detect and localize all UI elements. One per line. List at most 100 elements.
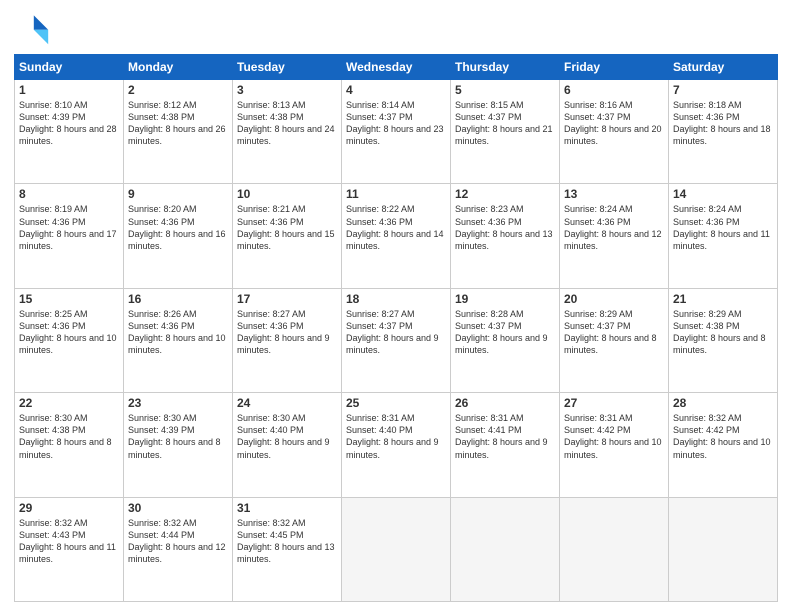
calendar-day-cell — [451, 497, 560, 601]
calendar-day-cell: 14 Sunrise: 8:24 AMSunset: 4:36 PMDaylig… — [669, 184, 778, 288]
cell-text: Sunrise: 8:21 AMSunset: 4:36 PMDaylight:… — [237, 203, 337, 252]
day-number: 23 — [128, 396, 228, 410]
day-number: 11 — [346, 187, 446, 201]
day-number: 14 — [673, 187, 773, 201]
day-number: 10 — [237, 187, 337, 201]
calendar-day-cell: 8 Sunrise: 8:19 AMSunset: 4:36 PMDayligh… — [15, 184, 124, 288]
calendar-day-cell: 17 Sunrise: 8:27 AMSunset: 4:36 PMDaylig… — [233, 288, 342, 392]
calendar-week-row: 15 Sunrise: 8:25 AMSunset: 4:36 PMDaylig… — [15, 288, 778, 392]
calendar-week-row: 29 Sunrise: 8:32 AMSunset: 4:43 PMDaylig… — [15, 497, 778, 601]
calendar-day-cell: 27 Sunrise: 8:31 AMSunset: 4:42 PMDaylig… — [560, 393, 669, 497]
calendar-day-cell: 18 Sunrise: 8:27 AMSunset: 4:37 PMDaylig… — [342, 288, 451, 392]
calendar-day-cell: 3 Sunrise: 8:13 AMSunset: 4:38 PMDayligh… — [233, 80, 342, 184]
cell-text: Sunrise: 8:27 AMSunset: 4:37 PMDaylight:… — [346, 308, 446, 357]
calendar-day-cell: 19 Sunrise: 8:28 AMSunset: 4:37 PMDaylig… — [451, 288, 560, 392]
calendar-header-cell: Tuesday — [233, 55, 342, 80]
cell-text: Sunrise: 8:19 AMSunset: 4:36 PMDaylight:… — [19, 203, 119, 252]
calendar-body: 1 Sunrise: 8:10 AMSunset: 4:39 PMDayligh… — [15, 80, 778, 602]
calendar-header-cell: Friday — [560, 55, 669, 80]
cell-text: Sunrise: 8:22 AMSunset: 4:36 PMDaylight:… — [346, 203, 446, 252]
calendar-week-row: 1 Sunrise: 8:10 AMSunset: 4:39 PMDayligh… — [15, 80, 778, 184]
calendar-day-cell — [342, 497, 451, 601]
cell-text: Sunrise: 8:24 AMSunset: 4:36 PMDaylight:… — [564, 203, 664, 252]
day-number: 30 — [128, 501, 228, 515]
calendar-day-cell — [669, 497, 778, 601]
day-number: 4 — [346, 83, 446, 97]
calendar-day-cell: 31 Sunrise: 8:32 AMSunset: 4:45 PMDaylig… — [233, 497, 342, 601]
calendar-day-cell: 16 Sunrise: 8:26 AMSunset: 4:36 PMDaylig… — [124, 288, 233, 392]
calendar-day-cell: 1 Sunrise: 8:10 AMSunset: 4:39 PMDayligh… — [15, 80, 124, 184]
cell-text: Sunrise: 8:16 AMSunset: 4:37 PMDaylight:… — [564, 99, 664, 148]
calendar-day-cell: 28 Sunrise: 8:32 AMSunset: 4:42 PMDaylig… — [669, 393, 778, 497]
calendar-week-row: 8 Sunrise: 8:19 AMSunset: 4:36 PMDayligh… — [15, 184, 778, 288]
day-number: 3 — [237, 83, 337, 97]
generalblue-logo-icon — [14, 10, 50, 46]
calendar-header-row: SundayMondayTuesdayWednesdayThursdayFrid… — [15, 55, 778, 80]
cell-text: Sunrise: 8:18 AMSunset: 4:36 PMDaylight:… — [673, 99, 773, 148]
calendar-header-cell: Wednesday — [342, 55, 451, 80]
calendar-header-cell: Sunday — [15, 55, 124, 80]
calendar-day-cell: 22 Sunrise: 8:30 AMSunset: 4:38 PMDaylig… — [15, 393, 124, 497]
calendar-header-cell: Monday — [124, 55, 233, 80]
calendar-day-cell: 21 Sunrise: 8:29 AMSunset: 4:38 PMDaylig… — [669, 288, 778, 392]
day-number: 27 — [564, 396, 664, 410]
calendar-day-cell: 15 Sunrise: 8:25 AMSunset: 4:36 PMDaylig… — [15, 288, 124, 392]
day-number: 2 — [128, 83, 228, 97]
cell-text: Sunrise: 8:28 AMSunset: 4:37 PMDaylight:… — [455, 308, 555, 357]
day-number: 29 — [19, 501, 119, 515]
cell-text: Sunrise: 8:32 AMSunset: 4:44 PMDaylight:… — [128, 517, 228, 566]
day-number: 20 — [564, 292, 664, 306]
day-number: 31 — [237, 501, 337, 515]
day-number: 9 — [128, 187, 228, 201]
cell-text: Sunrise: 8:29 AMSunset: 4:37 PMDaylight:… — [564, 308, 664, 357]
page: SundayMondayTuesdayWednesdayThursdayFrid… — [0, 0, 792, 612]
calendar-day-cell: 30 Sunrise: 8:32 AMSunset: 4:44 PMDaylig… — [124, 497, 233, 601]
day-number: 12 — [455, 187, 555, 201]
day-number: 22 — [19, 396, 119, 410]
calendar-day-cell: 10 Sunrise: 8:21 AMSunset: 4:36 PMDaylig… — [233, 184, 342, 288]
calendar-day-cell: 26 Sunrise: 8:31 AMSunset: 4:41 PMDaylig… — [451, 393, 560, 497]
calendar-day-cell: 11 Sunrise: 8:22 AMSunset: 4:36 PMDaylig… — [342, 184, 451, 288]
cell-text: Sunrise: 8:12 AMSunset: 4:38 PMDaylight:… — [128, 99, 228, 148]
cell-text: Sunrise: 8:14 AMSunset: 4:37 PMDaylight:… — [346, 99, 446, 148]
calendar-day-cell: 6 Sunrise: 8:16 AMSunset: 4:37 PMDayligh… — [560, 80, 669, 184]
day-number: 25 — [346, 396, 446, 410]
day-number: 6 — [564, 83, 664, 97]
calendar-day-cell: 29 Sunrise: 8:32 AMSunset: 4:43 PMDaylig… — [15, 497, 124, 601]
day-number: 7 — [673, 83, 773, 97]
calendar-header-cell: Thursday — [451, 55, 560, 80]
calendar-day-cell: 5 Sunrise: 8:15 AMSunset: 4:37 PMDayligh… — [451, 80, 560, 184]
cell-text: Sunrise: 8:31 AMSunset: 4:41 PMDaylight:… — [455, 412, 555, 461]
cell-text: Sunrise: 8:24 AMSunset: 4:36 PMDaylight:… — [673, 203, 773, 252]
calendar-day-cell — [560, 497, 669, 601]
cell-text: Sunrise: 8:32 AMSunset: 4:43 PMDaylight:… — [19, 517, 119, 566]
day-number: 1 — [19, 83, 119, 97]
day-number: 24 — [237, 396, 337, 410]
day-number: 18 — [346, 292, 446, 306]
calendar-day-cell: 25 Sunrise: 8:31 AMSunset: 4:40 PMDaylig… — [342, 393, 451, 497]
calendar-week-row: 22 Sunrise: 8:30 AMSunset: 4:38 PMDaylig… — [15, 393, 778, 497]
cell-text: Sunrise: 8:20 AMSunset: 4:36 PMDaylight:… — [128, 203, 228, 252]
calendar-day-cell: 2 Sunrise: 8:12 AMSunset: 4:38 PMDayligh… — [124, 80, 233, 184]
day-number: 16 — [128, 292, 228, 306]
calendar-day-cell: 7 Sunrise: 8:18 AMSunset: 4:36 PMDayligh… — [669, 80, 778, 184]
logo — [14, 10, 54, 46]
calendar-header-cell: Saturday — [669, 55, 778, 80]
cell-text: Sunrise: 8:27 AMSunset: 4:36 PMDaylight:… — [237, 308, 337, 357]
calendar-day-cell: 12 Sunrise: 8:23 AMSunset: 4:36 PMDaylig… — [451, 184, 560, 288]
day-number: 28 — [673, 396, 773, 410]
calendar-day-cell: 13 Sunrise: 8:24 AMSunset: 4:36 PMDaylig… — [560, 184, 669, 288]
cell-text: Sunrise: 8:32 AMSunset: 4:45 PMDaylight:… — [237, 517, 337, 566]
cell-text: Sunrise: 8:31 AMSunset: 4:40 PMDaylight:… — [346, 412, 446, 461]
calendar-table: SundayMondayTuesdayWednesdayThursdayFrid… — [14, 54, 778, 602]
cell-text: Sunrise: 8:15 AMSunset: 4:37 PMDaylight:… — [455, 99, 555, 148]
calendar-day-cell: 24 Sunrise: 8:30 AMSunset: 4:40 PMDaylig… — [233, 393, 342, 497]
cell-text: Sunrise: 8:29 AMSunset: 4:38 PMDaylight:… — [673, 308, 773, 357]
day-number: 26 — [455, 396, 555, 410]
cell-text: Sunrise: 8:25 AMSunset: 4:36 PMDaylight:… — [19, 308, 119, 357]
calendar-day-cell: 9 Sunrise: 8:20 AMSunset: 4:36 PMDayligh… — [124, 184, 233, 288]
header — [14, 10, 778, 46]
day-number: 8 — [19, 187, 119, 201]
calendar-day-cell: 23 Sunrise: 8:30 AMSunset: 4:39 PMDaylig… — [124, 393, 233, 497]
cell-text: Sunrise: 8:30 AMSunset: 4:38 PMDaylight:… — [19, 412, 119, 461]
